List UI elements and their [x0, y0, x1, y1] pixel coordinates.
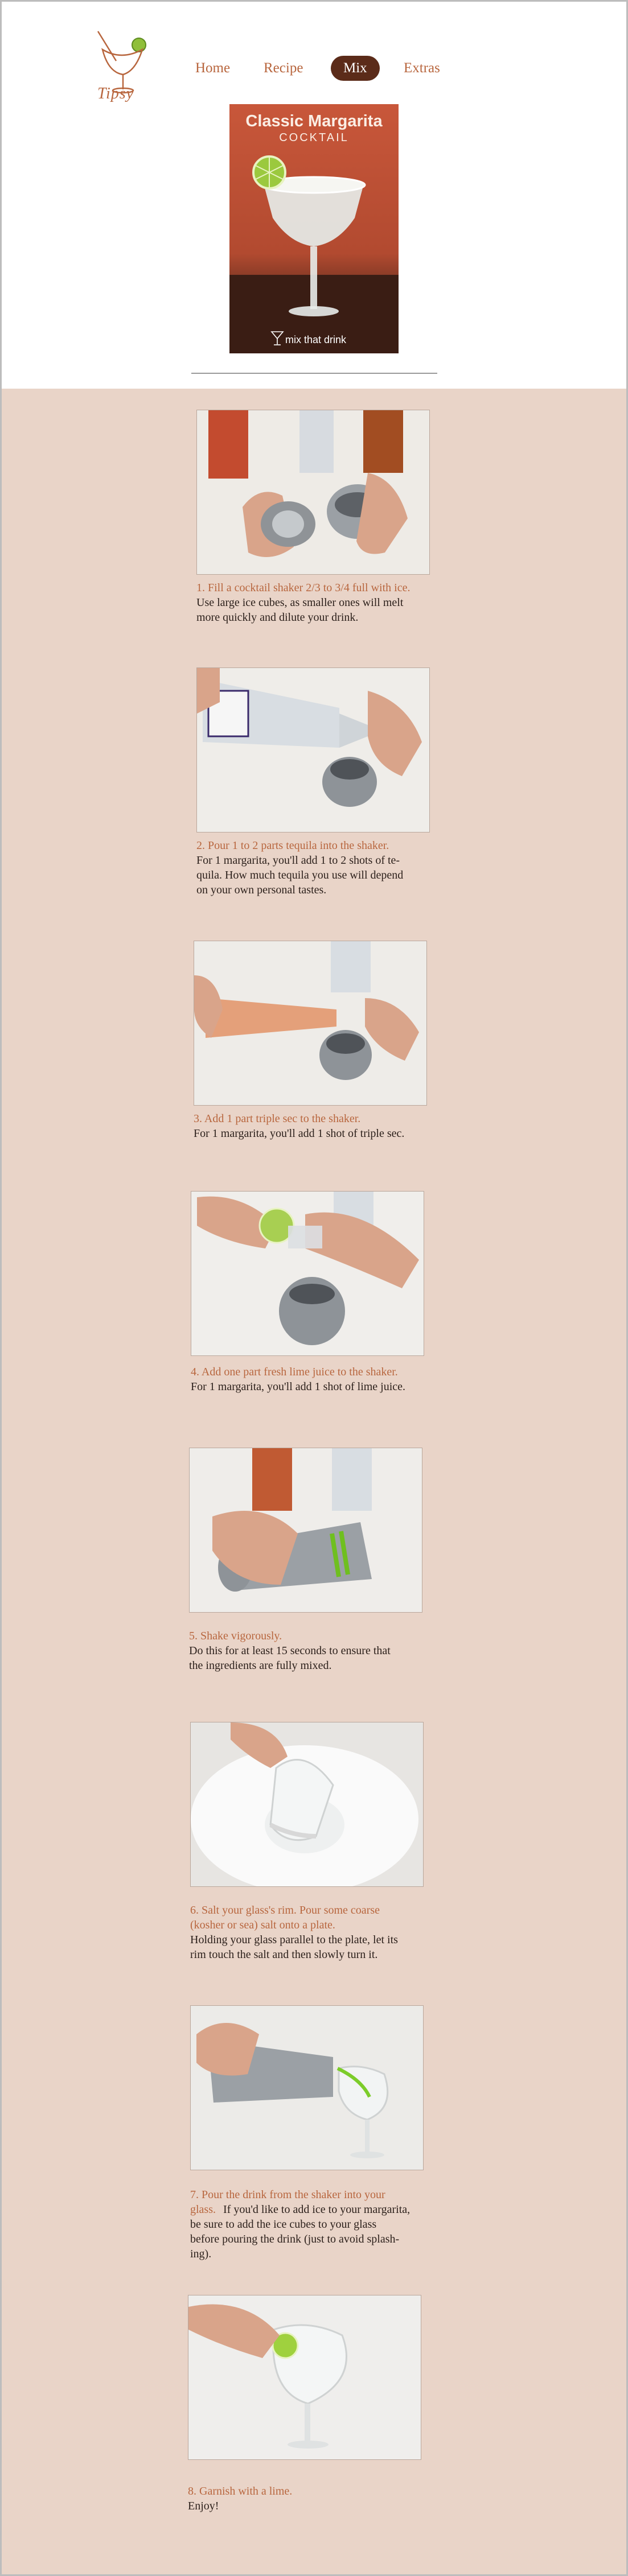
step-4-text: For 1 margarita, you'll add 1 shot of li… — [191, 1380, 406, 1393]
hero-image: Classic Margarita COCKTAIL mix that drin… — [229, 104, 399, 353]
step-2-title: 2. Pour 1 to 2 parts tequila into the sh… — [196, 839, 389, 852]
step-1-text: Use large ice cubes, as smaller ones wil… — [196, 596, 404, 609]
step-3-text: For 1 margarita, you'll add 1 shot of tr… — [194, 1127, 405, 1140]
step-7-title: glass. — [190, 2203, 216, 2216]
step-2-photo — [196, 667, 430, 832]
step-5: 5. Shake vigorously. Do this for at leas… — [189, 1448, 428, 1687]
step-3: 3. Add 1 part triple sec to the shaker. … — [194, 941, 433, 1168]
nav-mix-link[interactable]: Mix — [331, 56, 380, 81]
step-5-photo — [189, 1448, 422, 1613]
step-5-text: the ingredients are fully mixed. — [189, 1659, 332, 1672]
step-7-text: before pouring the drink (just to avoid … — [190, 2233, 400, 2245]
step-6-title: (kosher or sea) salt onto a plate. — [190, 1919, 335, 1931]
hero-title: Classic Margarita — [245, 112, 383, 130]
step-5-title: 5. Shake vigorously. — [189, 1630, 282, 1642]
step-1-title: 1. Fill a cocktail shaker 2/3 to 3/4 ful… — [196, 582, 411, 594]
step-1-text: more quickly and dilute your drink. — [196, 611, 359, 624]
header: Tipsy Home Recipe Mix Extras Classic Mar… — [2, 2, 626, 389]
step-4: 4. Add one part fresh lime juice to the … — [191, 1191, 430, 1419]
step-6-photo — [190, 1722, 424, 1887]
step-8-text: Enjoy! — [188, 2500, 219, 2512]
step-6: 6. Salt your glass's rim. Pour some coar… — [190, 1722, 435, 1984]
step-8: 8. Garnish with a lime. Enjoy! — [188, 2295, 433, 2534]
step-2-text: on your own personal tastes. — [196, 884, 327, 896]
step-1: 1. Fill a cocktail shaker 2/3 to 3/4 ful… — [196, 410, 436, 649]
hero-subtitle: COCKTAIL — [279, 131, 349, 144]
step-5-text: Do this for at least 15 seconds to ensur… — [189, 1644, 391, 1657]
step-2-text: For 1 margarita, you'll add 1 to 2 shots… — [196, 854, 400, 867]
step-6-text: rim touch the salt and then slowly turn … — [190, 1948, 378, 1961]
step-8-photo — [188, 2295, 421, 2460]
hero-brand: mix that drink — [285, 334, 347, 345]
step-6-title: 6. Salt your glass's rim. Pour some coar… — [190, 1904, 380, 1916]
step-4-photo — [191, 1191, 424, 1356]
step-7-photo — [190, 2005, 424, 2170]
steps-section: 1. Fill a cocktail shaker 2/3 to 3/4 ful… — [2, 389, 626, 2574]
step-3-photo — [194, 941, 427, 1106]
step-1-photo — [196, 410, 430, 575]
step-7-text: ing). — [190, 2248, 212, 2260]
step-7: 7. Pour the drink from the shaker into y… — [190, 2005, 435, 2290]
step-2: 2. Pour 1 to 2 parts tequila into the sh… — [196, 667, 436, 918]
nav-extras-link[interactable]: Extras — [404, 56, 440, 81]
nav-recipe-link[interactable]: Recipe — [264, 56, 303, 81]
logo-text[interactable]: Tipsy — [97, 85, 134, 103]
step-7-text: If you'd like to add ice to your margari… — [223, 2203, 411, 2216]
mini-glass-icon — [270, 331, 284, 345]
header-divider — [191, 373, 437, 374]
nav-home-link[interactable]: Home — [195, 56, 230, 81]
step-4-title: 4. Add one part fresh lime juice to the … — [191, 1366, 398, 1378]
step-2-text: quila. How much tequila you use will dep… — [196, 869, 404, 881]
step-7-text: be sure to add the ice cubes to your gla… — [190, 2218, 377, 2231]
step-8-title: 8. Garnish with a lime. — [188, 2485, 293, 2497]
step-7-title: 7. Pour the drink from the shaker into y… — [190, 2188, 385, 2201]
step-6-text: Holding your glass parallel to the plate… — [190, 1934, 398, 1946]
step-3-title: 3. Add 1 part triple sec to the shaker. — [194, 1112, 361, 1125]
